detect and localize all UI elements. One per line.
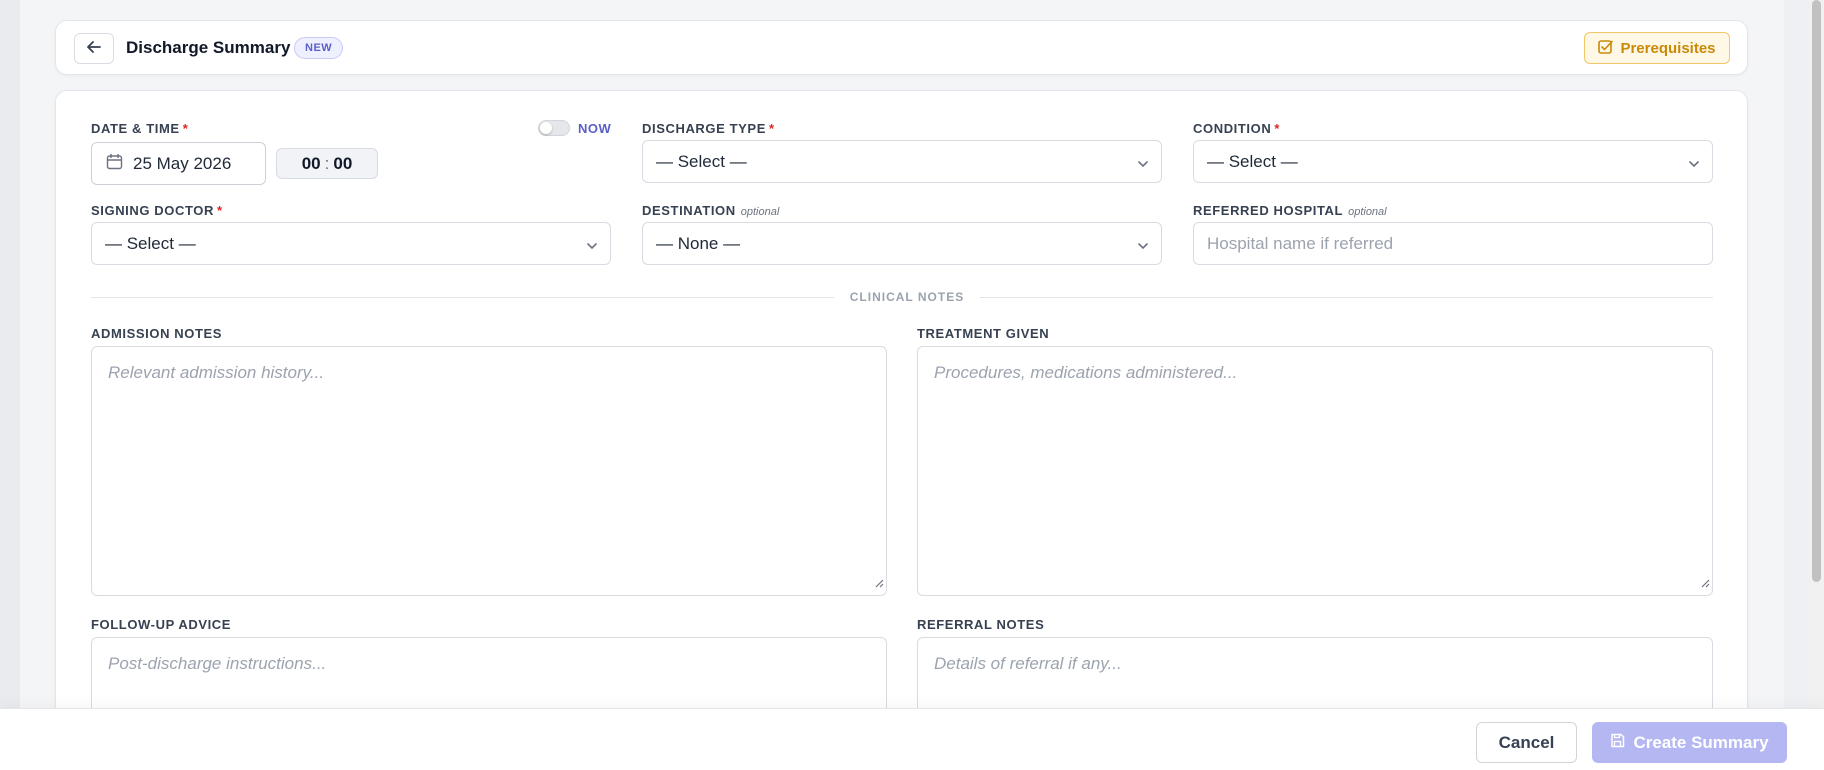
admission-notes-textarea[interactable]: Relevant admission history... bbox=[91, 346, 887, 596]
page-left-margin bbox=[0, 0, 20, 770]
referred-hospital-placeholder: Hospital name if referred bbox=[1207, 233, 1394, 253]
minutes-value[interactable]: 00 bbox=[333, 154, 352, 174]
referral-notes-label: REFERRAL NOTES bbox=[917, 617, 1045, 632]
section-divider-label: CLINICAL NOTES bbox=[849, 290, 965, 304]
treatment-given-placeholder: Procedures, medications administered... bbox=[934, 363, 1238, 382]
follow-up-advice-placeholder: Post-discharge instructions... bbox=[108, 654, 327, 673]
resize-grip-icon[interactable] bbox=[874, 573, 884, 593]
treatment-given-textarea[interactable]: Procedures, medications administered... bbox=[917, 346, 1713, 596]
date-time-label: DATE & TIME * bbox=[91, 121, 189, 136]
discharge-type-value: — Select — bbox=[656, 151, 747, 171]
toggle-knob bbox=[540, 122, 552, 134]
condition-select[interactable]: — Select — bbox=[1193, 140, 1713, 183]
chevron-down-icon bbox=[586, 237, 598, 257]
follow-up-advice-label: FOLLOW-UP ADVICE bbox=[91, 617, 232, 632]
treatment-given-label: TREATMENT GIVEN bbox=[917, 326, 1050, 341]
header-card: Discharge Summary NEW Prerequisites bbox=[55, 20, 1748, 75]
discharge-type-label: DISCHARGE TYPE * bbox=[642, 121, 775, 136]
destination-select[interactable]: — None — bbox=[642, 222, 1162, 265]
signing-doctor-value: — Select — bbox=[105, 233, 196, 253]
discharge-form: DATE & TIME * NOW 25 May 2026 00 : 00 DIS… bbox=[55, 90, 1748, 770]
page-title: Discharge Summary bbox=[126, 38, 291, 57]
back-button[interactable] bbox=[74, 33, 114, 64]
hours-value[interactable]: 00 bbox=[302, 154, 321, 174]
chevron-down-icon bbox=[1137, 237, 1149, 257]
divider-line-left bbox=[91, 297, 834, 298]
prerequisites-button[interactable]: Prerequisites bbox=[1584, 32, 1730, 64]
condition-label: CONDITION * bbox=[1193, 121, 1281, 136]
back-arrow-icon bbox=[87, 40, 101, 58]
resize-grip-icon[interactable] bbox=[1700, 573, 1710, 593]
time-separator: : bbox=[324, 153, 330, 173]
scrollbar-thumb[interactable] bbox=[1812, 0, 1821, 582]
admission-notes-label: ADMISSION NOTES bbox=[91, 326, 223, 341]
chevron-down-icon bbox=[1688, 155, 1700, 175]
footer-action-bar: Cancel Create Summary bbox=[0, 708, 1824, 770]
referred-hospital-label: REFERRED HOSPITAL optional bbox=[1193, 203, 1387, 218]
prerequisites-label: Prerequisites bbox=[1620, 39, 1716, 57]
condition-value: — Select — bbox=[1207, 151, 1298, 171]
divider-line-right bbox=[980, 297, 1713, 298]
signing-doctor-label: SIGNING DOCTOR * bbox=[91, 203, 223, 218]
now-toggle[interactable] bbox=[538, 120, 570, 136]
admission-notes-placeholder: Relevant admission history... bbox=[108, 363, 325, 382]
calendar-icon bbox=[106, 153, 123, 175]
chevron-down-icon bbox=[1137, 155, 1149, 175]
date-value: 25 May 2026 bbox=[133, 153, 232, 173]
checklist-icon bbox=[1598, 39, 1614, 58]
cancel-button[interactable]: Cancel bbox=[1476, 722, 1577, 763]
referred-hospital-input[interactable]: Hospital name if referred bbox=[1193, 222, 1713, 265]
create-summary-label: Create Summary bbox=[1633, 732, 1769, 752]
save-icon bbox=[1610, 733, 1625, 753]
date-picker[interactable]: 25 May 2026 bbox=[91, 142, 266, 185]
status-badge: NEW bbox=[294, 37, 344, 59]
signing-doctor-select[interactable]: — Select — bbox=[91, 222, 611, 265]
referral-notes-placeholder: Details of referral if any... bbox=[934, 654, 1122, 673]
destination-label: DESTINATION optional bbox=[642, 203, 780, 218]
discharge-type-select[interactable]: — Select — bbox=[642, 140, 1162, 183]
destination-value: — None — bbox=[656, 233, 741, 253]
now-label[interactable]: NOW bbox=[578, 121, 611, 136]
create-summary-button[interactable]: Create Summary bbox=[1592, 722, 1787, 763]
time-input[interactable]: 00 : 00 bbox=[276, 148, 378, 179]
